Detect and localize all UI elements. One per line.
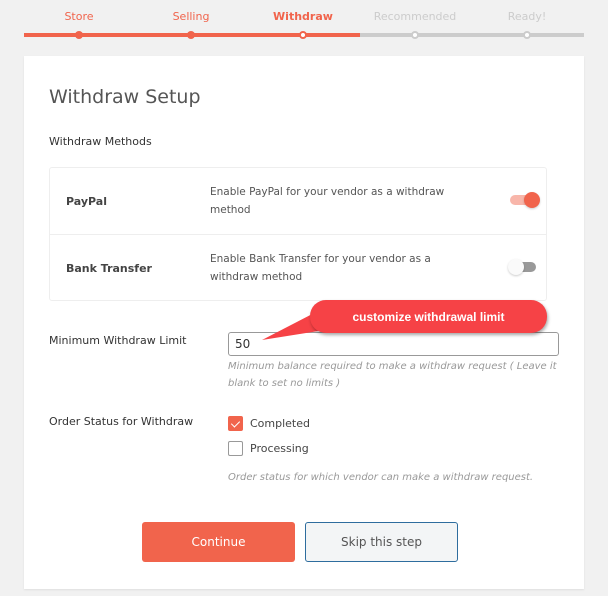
method-row-paypal: PayPal Enable PayPal for your vendor as … (50, 168, 546, 235)
checkbox-checked-icon[interactable] (228, 416, 243, 431)
step-selling[interactable]: Selling (135, 10, 247, 23)
step-dot-selling (187, 31, 195, 39)
method-row-bank-transfer: Bank Transfer Enable Bank Transfer for y… (50, 234, 546, 301)
toggle-knob (508, 259, 524, 275)
method-description: Enable PayPal for your vendor as a withd… (210, 186, 445, 216)
withdraw-methods-label: Withdraw Methods (49, 135, 152, 148)
minimum-withdraw-limit-label: Minimum Withdraw Limit (49, 334, 187, 347)
step-dot-ready (523, 31, 531, 39)
skip-step-button[interactable]: Skip this step (305, 522, 458, 562)
bank-transfer-toggle[interactable] (508, 259, 538, 275)
checkbox-label: Processing (250, 442, 309, 455)
checkbox-label: Completed (250, 417, 310, 430)
page-title: Withdraw Setup (49, 86, 201, 108)
method-name: Bank Transfer (66, 262, 152, 275)
minimum-withdraw-limit-hint: Minimum balance required to make a withd… (228, 361, 557, 389)
checkbox-unchecked-icon[interactable] (228, 441, 243, 456)
step-dot-store (75, 31, 83, 39)
toggle-knob (524, 192, 540, 208)
withdraw-methods-list: PayPal Enable PayPal for your vendor as … (49, 167, 547, 301)
step-store[interactable]: Store (23, 10, 135, 23)
step-recommended: Recommended (373, 10, 457, 23)
method-description: Enable Bank Transfer for your vendor as … (210, 253, 431, 283)
step-ready: Ready! (507, 10, 547, 23)
order-status-hint: Order status for which vendor can make a… (228, 472, 534, 483)
continue-button[interactable]: Continue (142, 522, 295, 562)
step-dot-recommended (411, 31, 419, 39)
setup-progress-steps: Store Selling Withdraw Recommended Ready… (0, 0, 608, 50)
method-name: PayPal (66, 195, 107, 208)
step-withdraw[interactable]: Withdraw (247, 10, 359, 23)
annotation-callout: customize withdrawal limit (310, 300, 547, 333)
step-dot-withdraw (299, 31, 307, 39)
order-status-label: Order Status for Withdraw (49, 415, 194, 428)
paypal-toggle[interactable] (510, 192, 540, 208)
